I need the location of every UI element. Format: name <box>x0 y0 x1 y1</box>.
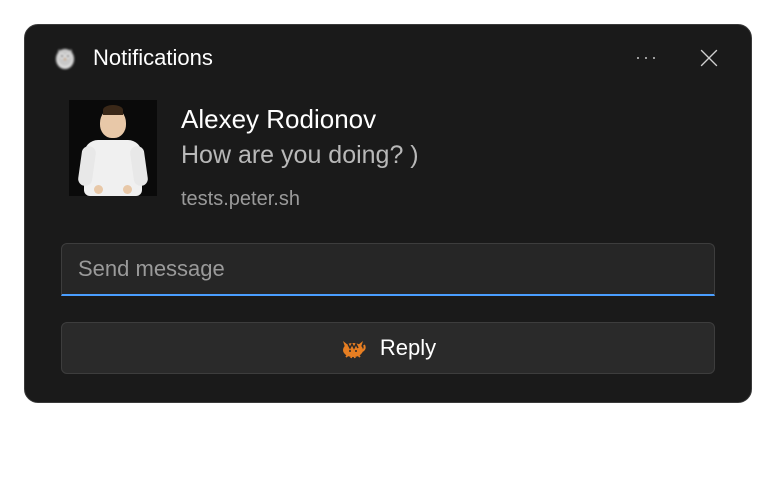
sender-name: Alexey Rodionov <box>181 104 419 135</box>
message-body: How are you doing? ) <box>181 141 419 170</box>
sender-avatar <box>69 100 157 196</box>
input-row <box>25 219 751 304</box>
source-domain: tests.peter.sh <box>181 188 419 211</box>
header-title: Notifications <box>93 45 611 71</box>
cat-icon <box>340 337 366 359</box>
notification-text: Alexey Rodionov How are you doing? ) tes… <box>181 100 419 211</box>
notification-content: Alexey Rodionov How are you doing? ) tes… <box>25 80 751 219</box>
reply-button[interactable]: Reply <box>61 322 715 374</box>
button-row: Reply <box>25 304 751 402</box>
header-actions: ··· <box>627 43 723 72</box>
reply-button-label: Reply <box>380 335 436 361</box>
close-button[interactable] <box>695 44 723 72</box>
close-icon <box>700 49 718 67</box>
more-button[interactable]: ··· <box>627 43 667 72</box>
notification-card: Notifications ··· Alexey Rodionov <box>24 24 752 403</box>
notification-header: Notifications ··· <box>25 25 751 80</box>
message-input[interactable] <box>61 243 715 296</box>
app-owl-icon <box>53 46 77 70</box>
